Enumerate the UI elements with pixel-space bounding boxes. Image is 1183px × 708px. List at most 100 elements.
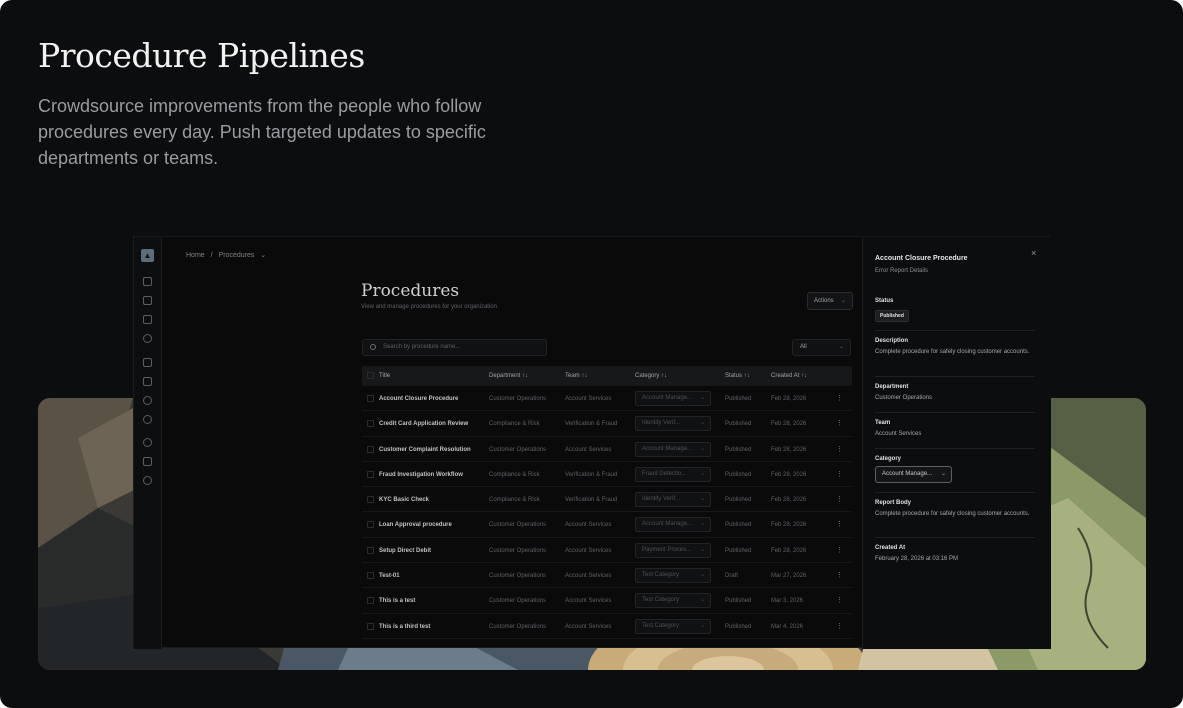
category-select[interactable]: Account Manage... ⌄ xyxy=(635,391,711,406)
breadcrumb-home[interactable]: Home xyxy=(186,252,205,259)
inbox-icon[interactable] xyxy=(143,315,152,324)
table-row[interactable]: Test-01 Customer Operations Account Servic… xyxy=(362,563,852,589)
chevron-down-icon: ⌄ xyxy=(699,496,705,503)
row-menu-icon[interactable]: ⋮ xyxy=(836,596,843,604)
chevron-down-icon[interactable]: ⌄ xyxy=(260,252,266,259)
row-menu-icon[interactable]: ⋮ xyxy=(836,546,843,554)
chevron-down-icon: ⌄ xyxy=(699,445,705,452)
chevron-down-icon: ⌄ xyxy=(699,572,705,579)
cell-team: Verification & Fraud xyxy=(565,421,618,428)
row-checkbox[interactable] xyxy=(367,395,374,402)
search-input[interactable]: Search by procedure name... xyxy=(362,339,547,356)
cell-status: Draft xyxy=(725,573,739,580)
category-select[interactable]: Identity Verif... ⌄ xyxy=(635,492,711,508)
category-select-value: Test Category xyxy=(642,597,680,604)
search-placeholder: Search by procedure name... xyxy=(383,344,461,350)
row-menu-icon[interactable]: ⋮ xyxy=(836,495,843,503)
table-row[interactable]: Account Closure Procedure Customer Operat… xyxy=(362,386,852,412)
sort-icon: ↑↓ xyxy=(581,373,588,379)
divider xyxy=(875,537,1035,538)
header-category[interactable]: Category ↑↓ xyxy=(635,373,667,379)
row-menu-icon[interactable]: ⋮ xyxy=(836,419,843,427)
category-select[interactable]: Identity Verif... ⌄ xyxy=(635,416,711,432)
panel-category: Category Account Manage... ⌄ xyxy=(875,456,1035,483)
row-menu-icon[interactable]: ⋮ xyxy=(836,470,843,478)
row-checkbox[interactable] xyxy=(367,445,374,453)
category-select[interactable]: Payment Proces... ⌄ xyxy=(635,542,711,558)
header-created-label: Created At xyxy=(771,373,800,379)
home-icon[interactable] xyxy=(143,277,152,286)
table-row[interactable]: KYC Basic Check Compliance & Risk Verifica… xyxy=(362,487,852,513)
category-select[interactable]: Fraud Detectio... ⌄ xyxy=(635,466,711,482)
cell-department: Customer Operations xyxy=(489,547,547,554)
actions-button[interactable]: Actions ⌄ xyxy=(807,292,853,310)
row-checkbox[interactable] xyxy=(367,546,374,554)
row-menu-icon[interactable]: ⋮ xyxy=(836,622,843,630)
header-status[interactable]: Status ↑↓ xyxy=(725,373,750,379)
row-checkbox[interactable] xyxy=(367,622,374,630)
row-menu-icon[interactable]: ⋮ xyxy=(836,520,843,528)
panel-report-body: Report Body Complete procedure for safel… xyxy=(875,500,1035,519)
cell-department: Customer Operations xyxy=(489,446,547,453)
cell-created: Feb 28, 2026 xyxy=(771,421,807,428)
app-logo-icon[interactable]: ▲ xyxy=(141,249,154,262)
settings-icon[interactable] xyxy=(143,476,152,485)
history-icon[interactable] xyxy=(143,415,152,424)
app-window: ▲ Home / Procedures ⌄ Procedures View an… xyxy=(133,236,1051,649)
select-all-checkbox[interactable] xyxy=(367,372,374,379)
folder-icon[interactable] xyxy=(143,358,152,367)
panel-team: Team Account Services xyxy=(875,420,1035,439)
header-created[interactable]: Created At ↑↓ xyxy=(771,373,807,379)
row-checkbox[interactable] xyxy=(367,496,374,504)
row-menu-icon[interactable]: ⋮ xyxy=(836,394,843,402)
breadcrumb-current[interactable]: Procedures xyxy=(219,252,255,259)
header-team[interactable]: Team ↑↓ xyxy=(565,373,587,379)
cell-status: Published xyxy=(725,623,752,630)
cell-status: Published xyxy=(725,547,752,554)
header-title[interactable]: Title xyxy=(379,373,390,379)
table-row[interactable]: Credit Card Application Review Compliance… xyxy=(362,411,852,437)
category-select-value: Identity Verif... xyxy=(642,496,681,503)
category-select[interactable]: Account Manage... ⌄ xyxy=(635,517,711,533)
row-checkbox[interactable] xyxy=(367,572,374,580)
table-row[interactable]: Setup Direct Debit Customer Operations Acc… xyxy=(362,538,852,564)
database-icon[interactable] xyxy=(143,377,152,386)
category-select-value: Identity Verif... xyxy=(642,420,681,427)
cell-title: Test-01 xyxy=(379,573,400,580)
table-row[interactable]: Loan Approval procedure Customer Operatio… xyxy=(362,512,852,538)
table-row[interactable]: This is a third test Customer Operations A… xyxy=(362,614,852,639)
icon-rail: ▲ xyxy=(134,237,162,649)
filter-value: All xyxy=(800,344,807,350)
status-filter-select[interactable]: All ⌄ xyxy=(792,339,851,356)
divider xyxy=(875,448,1035,449)
row-checkbox[interactable] xyxy=(367,420,374,428)
category-select[interactable]: Test Category ⌄ xyxy=(635,618,711,634)
table-row[interactable]: Fraud Investigation Workflow Compliance &… xyxy=(362,462,852,488)
row-menu-icon[interactable]: ⋮ xyxy=(836,571,843,579)
category-select[interactable]: Account Manage... ⌄ xyxy=(875,466,952,483)
row-menu-icon[interactable]: ⋮ xyxy=(836,445,843,453)
row-checkbox[interactable] xyxy=(367,470,374,478)
cell-created: Mar 27, 2026 xyxy=(771,573,807,580)
category-select-value: Test Category xyxy=(642,572,680,579)
cell-created: Feb 28, 2026 xyxy=(771,396,807,402)
category-select-value: Account Manage... xyxy=(642,445,693,452)
category-select[interactable]: Account Manage... ⌄ xyxy=(635,441,711,457)
lightbulb-icon[interactable] xyxy=(143,334,152,343)
cell-team: Verification & Fraud xyxy=(565,497,618,504)
cell-created: Feb 28, 2026 xyxy=(771,497,807,504)
user-add-icon[interactable] xyxy=(143,438,152,447)
sort-icon: ↑↓ xyxy=(522,373,529,379)
row-checkbox[interactable] xyxy=(367,597,374,605)
header-department[interactable]: Department ↑↓ xyxy=(489,373,528,379)
category-select[interactable]: Test Category ⌄ xyxy=(635,568,711,584)
category-select[interactable]: Test Category ⌄ xyxy=(635,593,711,609)
close-icon[interactable]: × xyxy=(1031,248,1036,258)
users-icon[interactable] xyxy=(143,396,152,405)
chevron-down-icon: ⌄ xyxy=(699,521,705,528)
row-checkbox[interactable] xyxy=(367,521,374,529)
table-row[interactable]: This is a test Customer Operations Account… xyxy=(362,588,852,614)
table-row[interactable]: Customer Complaint Resolution Customer Op… xyxy=(362,437,852,462)
procedures-icon[interactable] xyxy=(143,296,152,305)
card-icon[interactable] xyxy=(143,457,152,466)
